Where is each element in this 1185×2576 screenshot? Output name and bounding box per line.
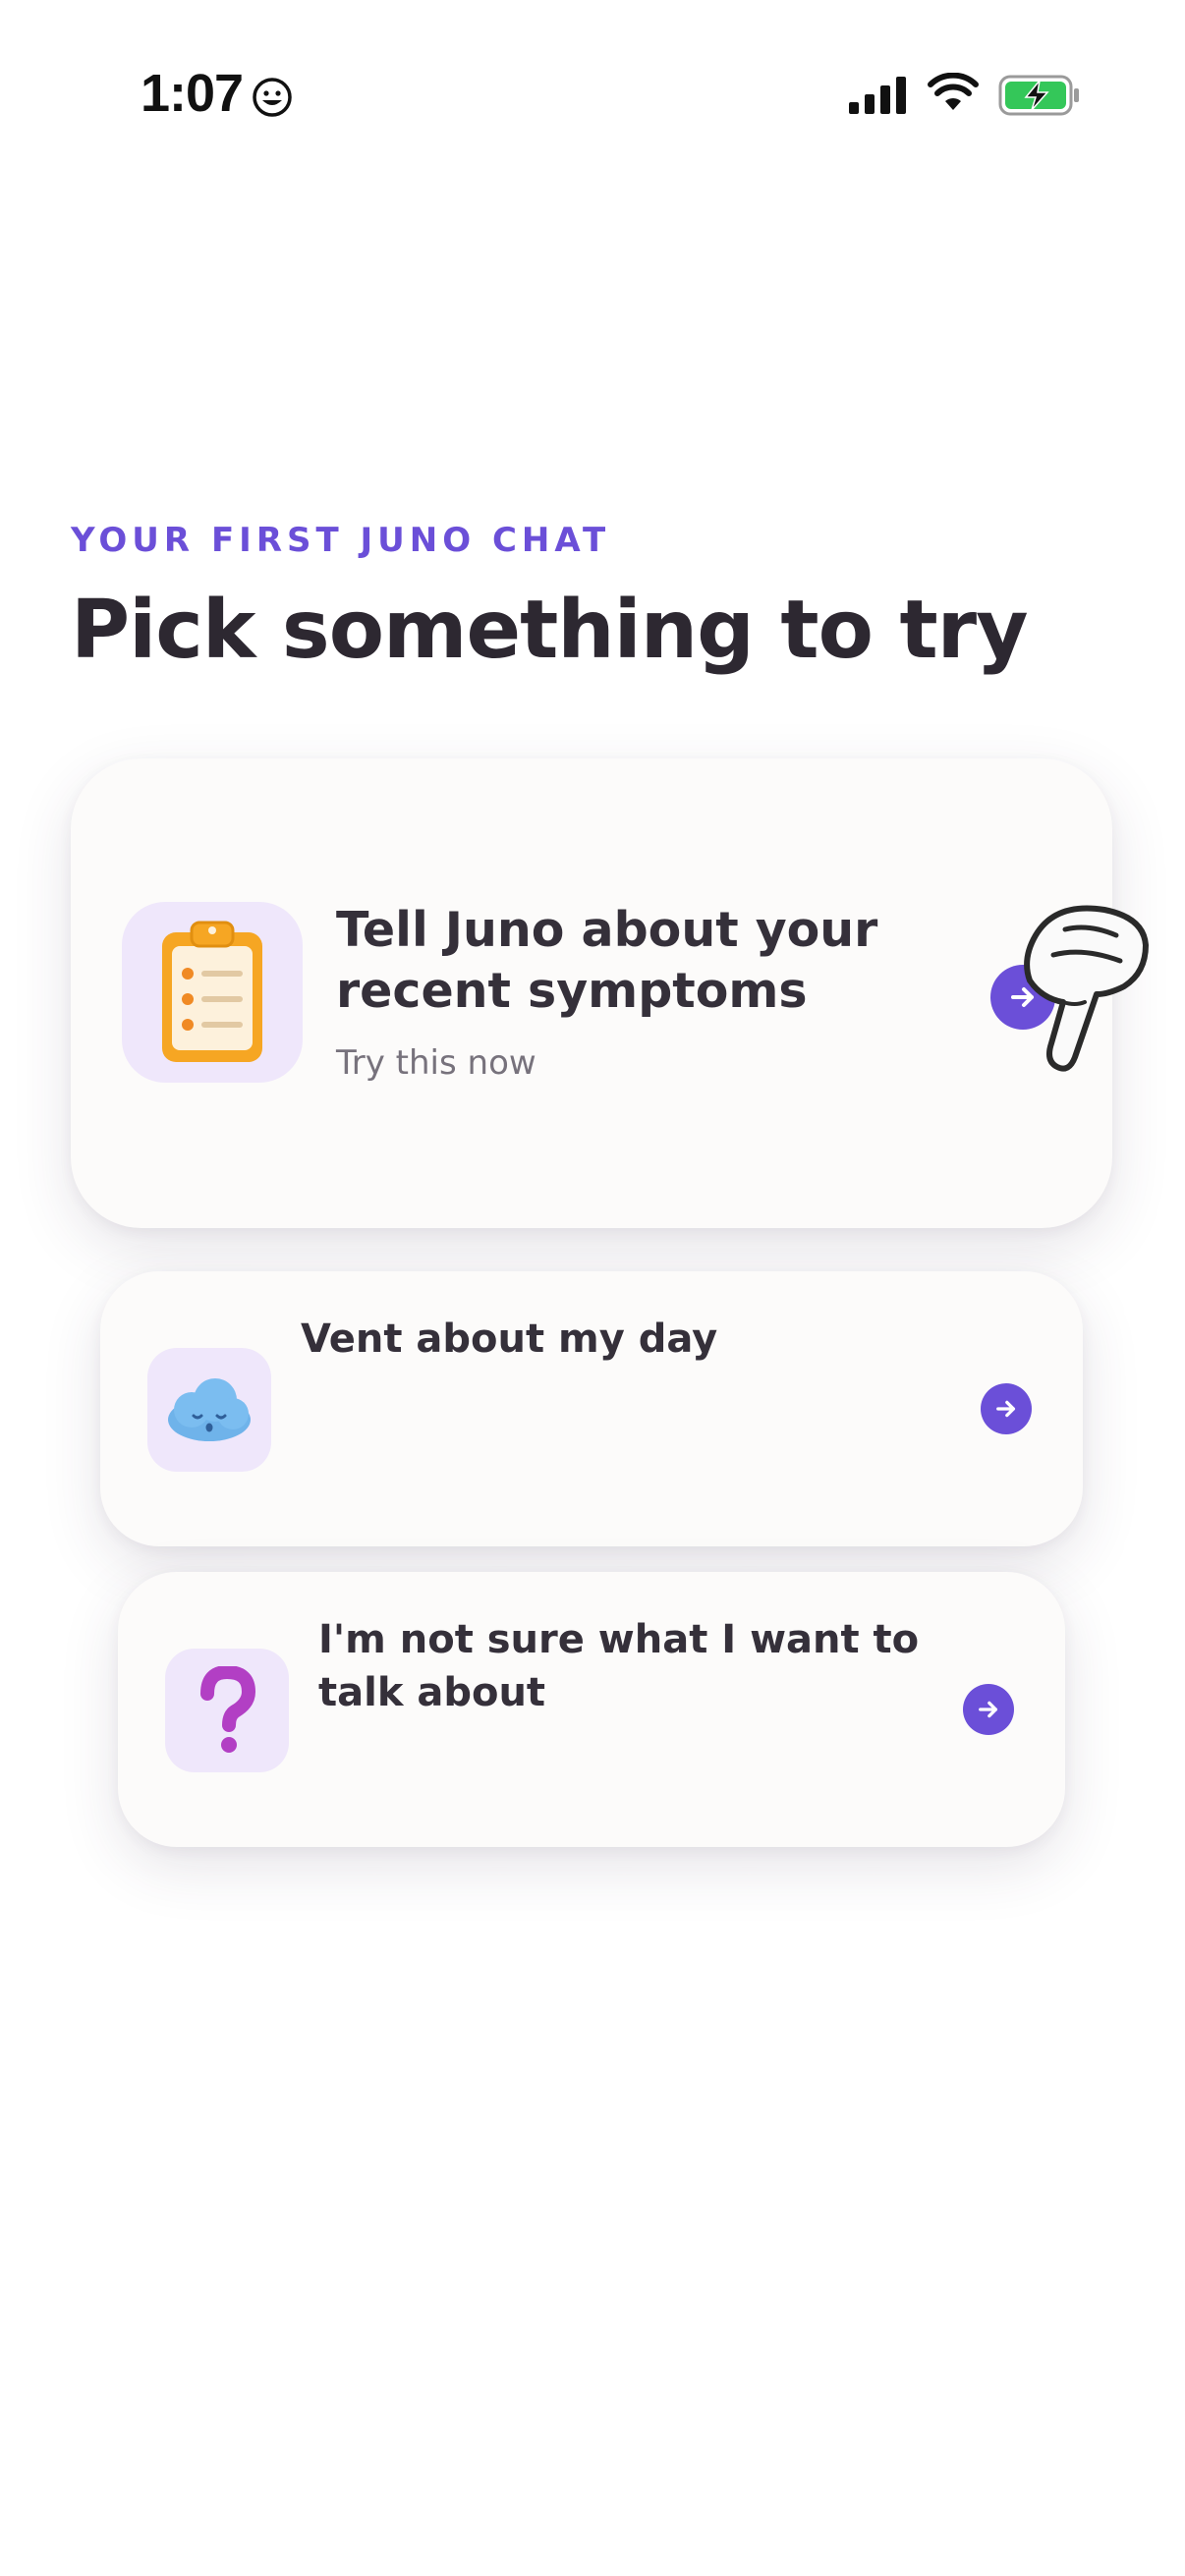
status-bar: 1:07: [0, 0, 1185, 196]
option-icon-tile: [147, 1348, 271, 1472]
option-title: Tell Juno about your recent symptoms: [336, 902, 878, 1019]
wifi-icon: [928, 73, 979, 110]
cellular-signal-icon: [849, 77, 906, 114]
status-time: 1:07: [141, 64, 244, 123]
question-mark-icon: [200, 1666, 256, 1753]
smiley-face-icon: [253, 78, 292, 117]
option-title: I'm not sure what I want to talk about: [318, 1617, 920, 1715]
option-card-symptoms[interactable]: Tell Juno about your recent symptoms Try…: [71, 758, 1112, 1228]
onboarding-eyebrow: YOUR FIRST JUNO CHAT: [71, 521, 611, 560]
battery-charging-icon: [998, 75, 1079, 116]
cloud-icon: [168, 1378, 251, 1441]
option-title: Vent about my day: [301, 1316, 718, 1362]
page-title: Pick something to try: [71, 584, 1029, 677]
option-icon-tile: [122, 902, 303, 1083]
clipboard-icon: [162, 921, 262, 1062]
option-card-unsure[interactable]: I'm not sure what I want to talk about: [118, 1572, 1065, 1847]
arrow-right-icon[interactable]: [981, 1383, 1032, 1434]
option-subtitle: Try this now: [336, 1043, 536, 1083]
arrow-right-icon[interactable]: [963, 1684, 1014, 1735]
option-icon-tile: [165, 1649, 289, 1772]
pointing-hand-icon: [1024, 905, 1149, 1072]
option-card-vent[interactable]: Vent about my day: [100, 1271, 1083, 1546]
